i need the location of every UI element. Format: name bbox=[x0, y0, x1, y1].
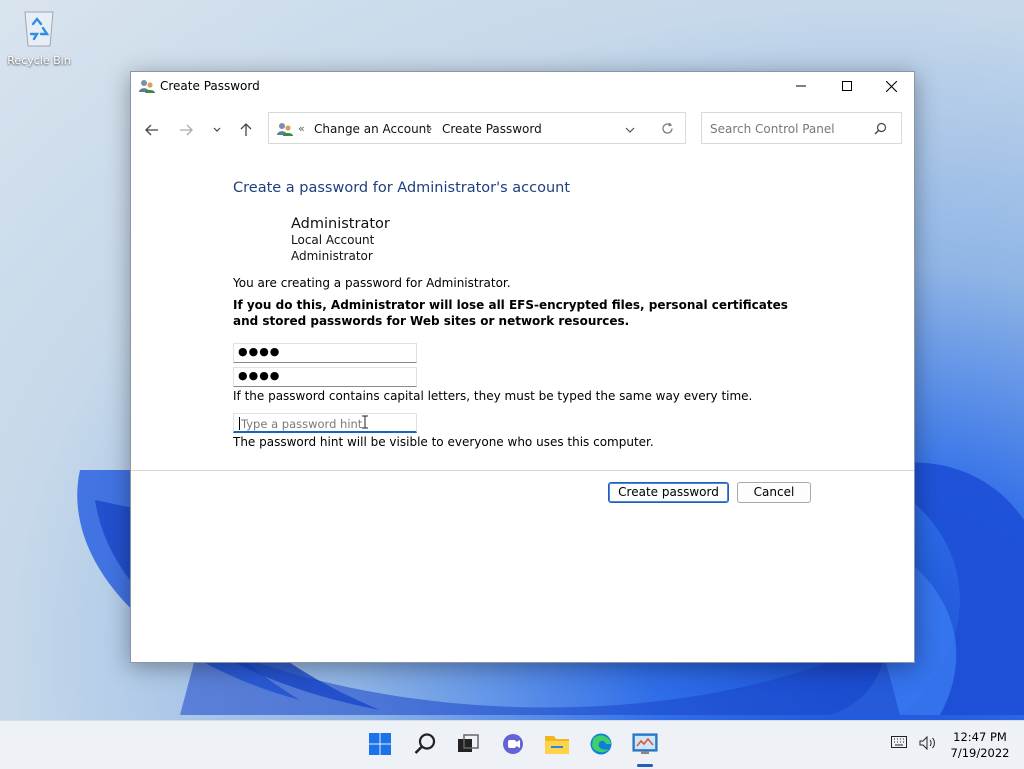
account-info: Administrator Local Account Administrato… bbox=[291, 216, 390, 264]
search-icon[interactable] bbox=[874, 122, 887, 138]
keyboard-icon[interactable] bbox=[891, 736, 907, 751]
maximize-button[interactable] bbox=[824, 72, 870, 100]
close-button[interactable] bbox=[868, 72, 914, 100]
recycle-bin-label: Recycle Bin bbox=[7, 54, 71, 67]
caps-note-text: If the password contains capital letters… bbox=[233, 389, 753, 403]
breadcrumb-change-an-account[interactable]: Change an Account bbox=[314, 122, 431, 136]
arrow-left-icon bbox=[145, 124, 158, 136]
confirm-password-field[interactable]: ●●●● bbox=[233, 367, 417, 387]
up-button[interactable] bbox=[236, 120, 256, 140]
breadcrumb-create-password[interactable]: Create Password bbox=[442, 122, 542, 136]
taskbar: 12:47 PM 7/19/2022 bbox=[0, 720, 1024, 769]
refresh-button[interactable] bbox=[661, 122, 674, 138]
password-hint-field[interactable]: Type a password hint bbox=[233, 413, 417, 433]
edge-icon[interactable] bbox=[586, 729, 616, 759]
volume-icon[interactable] bbox=[919, 735, 937, 753]
chat-icon[interactable] bbox=[498, 729, 528, 759]
forward-button[interactable] bbox=[176, 120, 196, 140]
address-dropdown-button[interactable] bbox=[625, 123, 635, 137]
search-box[interactable]: Search Control Panel bbox=[701, 112, 902, 144]
recycle-bin-icon bbox=[21, 8, 57, 48]
breadcrumb-separator[interactable]: › bbox=[428, 122, 432, 135]
arrow-up-icon bbox=[240, 123, 252, 136]
start-icon[interactable] bbox=[365, 729, 395, 759]
breadcrumb-overflow[interactable]: « bbox=[298, 122, 305, 135]
warning-text: If you do this, Administrator will lose … bbox=[233, 298, 788, 328]
recycle-bin[interactable]: Recycle Bin bbox=[6, 8, 72, 67]
cancel-button[interactable]: Cancel bbox=[737, 482, 811, 503]
window-title: Create Password bbox=[160, 79, 260, 93]
task-view-icon[interactable] bbox=[453, 729, 483, 759]
arrow-right-icon bbox=[180, 124, 193, 136]
page-title: Create a password for Administrator's ac… bbox=[233, 180, 571, 196]
new-password-field[interactable]: ●●●● bbox=[233, 343, 417, 363]
text-caret bbox=[239, 417, 240, 430]
search-placeholder: Search Control Panel bbox=[710, 122, 835, 136]
chevron-down-icon bbox=[625, 127, 635, 133]
back-button[interactable] bbox=[142, 120, 162, 140]
ibeam-cursor-icon bbox=[362, 415, 368, 432]
title-bar[interactable]: Create Password bbox=[131, 72, 914, 100]
hint-note-text: The password hint will be visible to eve… bbox=[233, 435, 654, 449]
address-bar[interactable]: « Change an Account › Create Password bbox=[268, 112, 686, 144]
chevron-down-icon bbox=[213, 127, 221, 132]
account-group: Administrator bbox=[291, 249, 373, 263]
active-app-indicator bbox=[637, 764, 653, 767]
password-hint-placeholder: Type a password hint bbox=[241, 417, 363, 431]
minimize-button[interactable] bbox=[778, 72, 824, 100]
control-panel-icon[interactable] bbox=[630, 729, 660, 759]
user-accounts-icon bbox=[139, 78, 155, 94]
account-name: Administrator bbox=[291, 216, 390, 232]
search-icon[interactable] bbox=[410, 729, 440, 759]
navigation-bar: « Change an Account › Create Password Se… bbox=[131, 112, 914, 146]
system-clock[interactable]: 12:47 PM 7/19/2022 bbox=[944, 729, 1016, 761]
clock-time: 12:47 PM bbox=[953, 730, 1007, 744]
account-type: Local Account bbox=[291, 233, 375, 247]
create-password-window: Create Password « Change an Account › Cr… bbox=[130, 71, 915, 663]
create-password-button[interactable]: Create password bbox=[608, 482, 729, 503]
user-accounts-icon bbox=[277, 121, 293, 137]
refresh-icon bbox=[662, 122, 673, 134]
divider bbox=[131, 470, 914, 471]
info-text: You are creating a password for Administ… bbox=[233, 276, 511, 290]
file-explorer-icon[interactable] bbox=[542, 729, 572, 759]
recent-locations-button[interactable] bbox=[207, 120, 227, 140]
clock-date: 7/19/2022 bbox=[950, 746, 1010, 760]
